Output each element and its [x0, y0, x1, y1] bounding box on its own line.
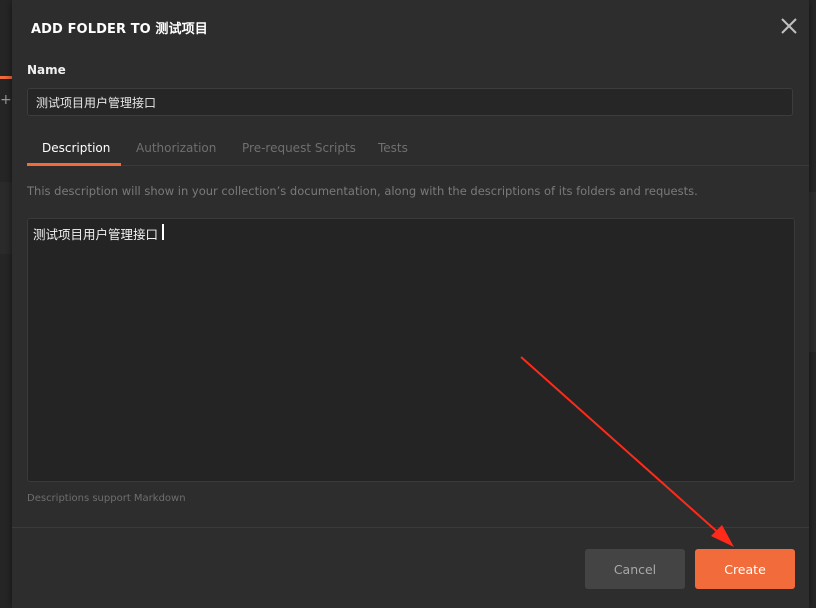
- close-button[interactable]: [777, 14, 801, 38]
- add-folder-dialog: ADD FOLDER TO 测试项目 Name Description Auth…: [12, 0, 809, 608]
- tab-authorization[interactable]: Authorization: [136, 130, 216, 166]
- plus-icon: +: [0, 92, 12, 108]
- background-active-indicator: [0, 76, 12, 79]
- app-screen: + ADD FOLDER TO 测试项目 Name Description Au…: [0, 0, 816, 608]
- create-button[interactable]: Create: [695, 549, 795, 589]
- close-icon: [781, 18, 797, 34]
- description-textarea[interactable]: 测试项目用户管理接口: [27, 218, 795, 482]
- tab-pre-request-scripts[interactable]: Pre-request Scripts: [242, 130, 356, 166]
- text-cursor: [162, 224, 164, 240]
- dialog-header: ADD FOLDER TO 测试项目: [12, 0, 809, 54]
- tab-active-underline: [27, 163, 121, 166]
- dialog-tabs: Description Authorization Pre-request Sc…: [27, 130, 809, 166]
- name-label: Name: [27, 63, 66, 77]
- cancel-button[interactable]: Cancel: [585, 549, 685, 589]
- footer-divider: [12, 527, 809, 528]
- folder-name-input[interactable]: [27, 88, 793, 116]
- tab-description[interactable]: Description: [42, 130, 110, 166]
- background-panel: [0, 182, 12, 254]
- background-right-block: [808, 192, 816, 352]
- markdown-hint: Descriptions support Markdown: [27, 493, 186, 504]
- description-hint: This description will show in your colle…: [27, 184, 698, 198]
- dialog-title: ADD FOLDER TO 测试项目: [31, 22, 208, 37]
- tab-tests[interactable]: Tests: [378, 130, 408, 166]
